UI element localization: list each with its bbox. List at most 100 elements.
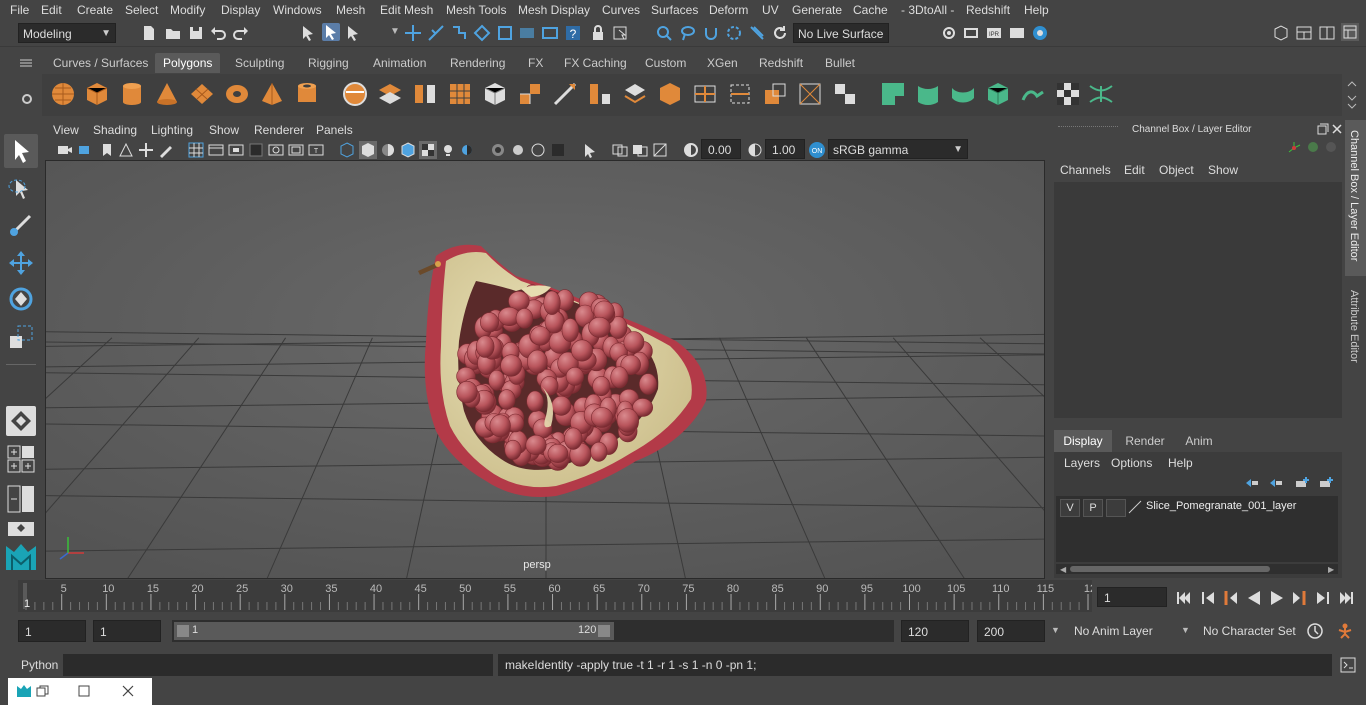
smooth-shade-icon[interactable] [359, 141, 377, 159]
poly-torus-icon[interactable] [223, 80, 251, 108]
cb-menu-object[interactable]: Object [1159, 163, 1194, 177]
paint-select-tool-icon[interactable] [6, 210, 36, 240]
separate-icon[interactable] [376, 80, 404, 108]
command-result-field[interactable]: makeIdentity -apply true -t 1 -r 1 -s 1 … [498, 654, 1332, 676]
soft-select-icon[interactable] [725, 24, 743, 42]
layer-visibility-toggle[interactable]: V [1060, 499, 1080, 517]
film-gate-icon[interactable] [208, 142, 224, 158]
tab-fx-caching[interactable]: FX Caching [556, 53, 635, 73]
use-all-lights-icon[interactable] [440, 142, 456, 158]
menu-mesh-display[interactable]: Mesh Display [518, 3, 590, 17]
scroll-right-icon[interactable]: ▶ [1328, 565, 1334, 574]
layer-name[interactable]: Slice_Pomegranate_001_layer [1146, 500, 1296, 512]
snap-live-icon[interactable] [496, 24, 514, 42]
grid-toggle-icon[interactable] [188, 142, 204, 158]
menu-curves[interactable]: Curves [602, 3, 640, 17]
screen-space-ao-icon[interactable] [490, 142, 506, 158]
safe-title-icon[interactable]: T [308, 142, 324, 158]
help-snap-icon[interactable]: ? [564, 24, 582, 42]
depth-of-field-icon[interactable] [550, 142, 566, 158]
lasso-icon[interactable] [679, 24, 697, 42]
tab-rigging[interactable]: Rigging [300, 53, 357, 73]
select-object-icon[interactable] [322, 23, 340, 41]
go-to-start-icon[interactable] [1174, 588, 1194, 608]
tab-curves-surfaces[interactable]: Curves / Surfaces [45, 53, 156, 73]
gamma-field[interactable]: 1.00 [765, 139, 805, 159]
poly-plane-icon[interactable] [188, 80, 216, 108]
default-material-icon[interactable] [380, 142, 396, 158]
wireframe-icon[interactable] [339, 142, 355, 158]
xray-joints-icon[interactable] [632, 142, 648, 158]
channel-dot-icon[interactable] [1306, 140, 1320, 154]
menu-file[interactable]: File [10, 3, 29, 17]
select-hierarchy-icon[interactable] [300, 24, 318, 42]
target-weld-icon[interactable] [761, 80, 789, 108]
range-slider[interactable]: 1 120 [172, 620, 894, 642]
snap-view-plane-icon[interactable] [473, 24, 491, 42]
new-scene-icon[interactable] [140, 24, 158, 42]
tab-xgen[interactable]: XGen [699, 53, 746, 73]
viewport-canvas[interactable]: persp [46, 161, 1044, 578]
restore-icon[interactable] [36, 685, 50, 697]
lasso-tool-icon[interactable] [6, 174, 36, 204]
save-scene-icon[interactable] [187, 24, 205, 42]
poly-pipe-icon[interactable] [293, 80, 321, 108]
cb-menu-edit[interactable]: Edit [1124, 163, 1145, 177]
script-language-label[interactable]: Python [21, 658, 58, 672]
safe-action-icon[interactable] [288, 142, 304, 158]
maya-app-icon[interactable] [16, 684, 32, 698]
hypershade-icon[interactable] [1031, 24, 1049, 42]
pick-icon[interactable] [611, 24, 629, 42]
play-forwards-icon[interactable] [1267, 588, 1287, 608]
toggle-panels-icon[interactable] [1341, 23, 1359, 41]
uv-planar-icon[interactable] [879, 80, 907, 108]
cb-menu-channels[interactable]: Channels [1060, 163, 1111, 177]
step-back-key-icon[interactable] [1220, 588, 1240, 608]
uv-auto-icon[interactable] [984, 80, 1012, 108]
vp-menu-renderer[interactable]: Renderer [254, 123, 304, 137]
fill-hole-icon[interactable] [656, 80, 684, 108]
select-tool-icon[interactable] [4, 134, 38, 168]
layout-single-icon[interactable] [6, 406, 36, 436]
symmetry-icon[interactable] [748, 24, 766, 42]
maya-logo-icon[interactable] [4, 542, 38, 574]
uv-cylindrical-icon[interactable] [914, 80, 942, 108]
tab-rendering[interactable]: Rendering [442, 53, 513, 73]
layout-stack-icon[interactable] [6, 518, 36, 540]
undo-icon[interactable] [209, 24, 227, 42]
tab-bullet[interactable]: Bullet [817, 53, 863, 73]
play-backwards-icon[interactable] [1244, 588, 1264, 608]
shelf-gear-icon[interactable] [20, 92, 34, 106]
smooth-icon[interactable] [446, 80, 474, 108]
menu-mesh-tools[interactable]: Mesh Tools [446, 3, 506, 17]
close-window-icon[interactable] [122, 685, 134, 697]
playback-start-field[interactable]: 1 [93, 620, 161, 642]
panel-grip[interactable] [1058, 126, 1118, 133]
append-icon[interactable] [621, 80, 649, 108]
layer-row[interactable]: V P Slice_Pomegranate_001_layer [1058, 498, 1336, 518]
color-management-icon[interactable]: ON [808, 141, 826, 159]
magnet-icon[interactable] [702, 24, 720, 42]
poly-cone-icon[interactable] [153, 80, 181, 108]
uv-editor-icon[interactable] [1087, 80, 1115, 108]
uv-checker-icon[interactable] [1054, 80, 1082, 108]
scene-end-field[interactable]: 200 [977, 620, 1045, 642]
layer-tab-anim[interactable]: Anim [1176, 430, 1222, 452]
channel-axes-icon[interactable] [1286, 140, 1302, 156]
snap-face-icon[interactable] [541, 24, 559, 42]
layer-playback-toggle[interactable]: P [1083, 499, 1103, 517]
layer-tab-render[interactable]: Render [1114, 430, 1176, 452]
tab-polygons[interactable]: Polygons [155, 53, 221, 73]
snap-surface-icon[interactable] [518, 24, 536, 42]
mirror-icon[interactable] [411, 80, 439, 108]
redo-icon[interactable] [232, 24, 250, 42]
menu-modify[interactable]: Modify [170, 3, 205, 17]
menu-edit-mesh[interactable]: Edit Mesh [380, 3, 433, 17]
range-start-handle[interactable] [177, 625, 189, 637]
scale-tool-icon[interactable] [6, 322, 36, 352]
float-panel-icon[interactable] [1317, 123, 1329, 135]
uv-spherical-icon[interactable] [949, 80, 977, 108]
anti-aliasing-icon[interactable] [530, 142, 546, 158]
menu-create[interactable]: Create [77, 3, 113, 17]
move-layer-up-icon[interactable] [1244, 476, 1260, 490]
